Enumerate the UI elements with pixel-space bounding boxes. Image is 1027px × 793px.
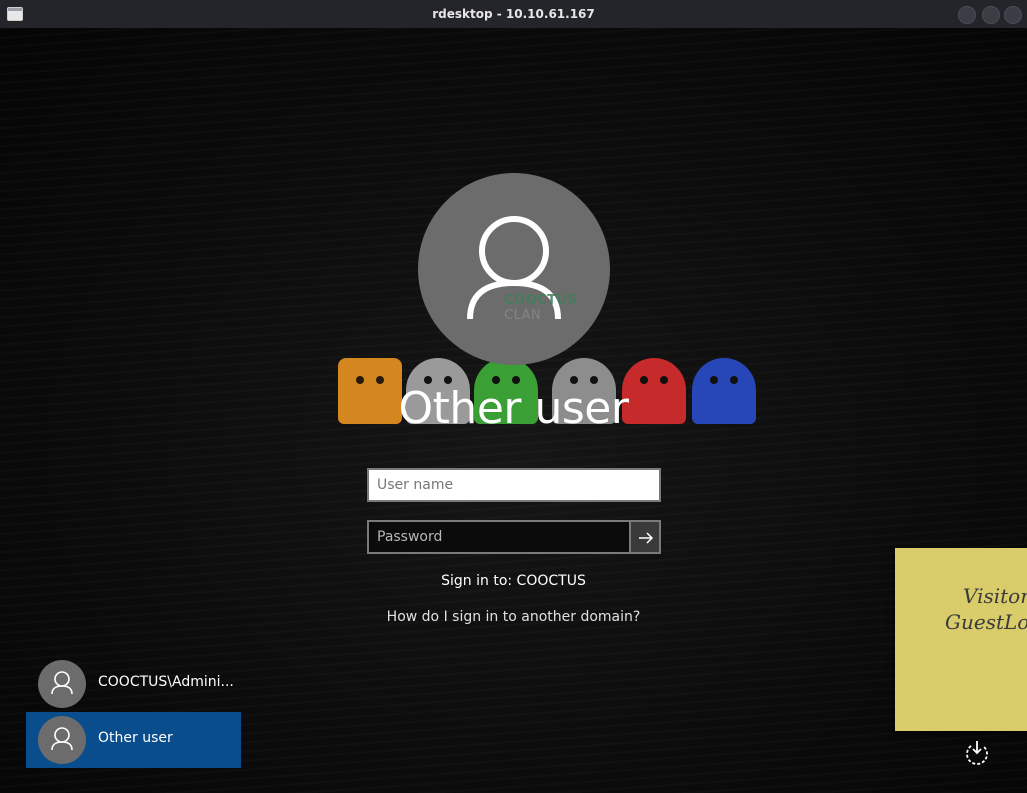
lock-screen: COOCTUS CLAN Other user Sign in to: COOC… <box>0 28 1027 793</box>
user-avatar: COOCTUS CLAN <box>418 173 610 365</box>
close-button[interactable] <box>1004 6 1022 24</box>
sticky-note-line: Visitor <box>963 584 1027 608</box>
power-button[interactable] <box>962 738 992 768</box>
sticky-note: Visitor GuestLo <box>895 548 1027 731</box>
password-input[interactable] <box>367 520 629 554</box>
person-icon <box>51 727 73 751</box>
user-title: Other user <box>398 383 629 434</box>
arrow-right-icon <box>639 532 654 544</box>
rdesktop-window: rdesktop - 10.10.61.167 COOCTUS CLAN Oth… <box>0 0 1027 793</box>
sticky-note-line: GuestLo <box>945 610 1027 634</box>
user-item-admin[interactable]: COOCTUS\Admini... <box>26 656 241 712</box>
power-icon <box>966 741 988 765</box>
submit-button[interactable] <box>629 520 661 554</box>
username-input[interactable] <box>367 468 661 502</box>
avatar <box>38 716 86 764</box>
maximize-button[interactable] <box>982 6 1000 24</box>
title-bar[interactable]: rdesktop - 10.10.61.167 <box>0 0 1027 28</box>
brand-watermark: COOCTUS CLAN <box>504 293 578 323</box>
person-icon <box>51 671 73 695</box>
minimize-button[interactable] <box>958 6 976 24</box>
other-domain-link[interactable]: How do I sign in to another domain? <box>0 609 1027 625</box>
person-icon <box>467 216 561 320</box>
user-item-other-user[interactable]: Other user <box>26 712 241 768</box>
sign-in-domain-text: Sign in to: COOCTUS <box>441 573 586 589</box>
user-item-label: COOCTUS\Admini... <box>98 674 233 690</box>
window-title: rdesktop - 10.10.61.167 <box>432 7 595 21</box>
user-item-label: Other user <box>98 730 173 746</box>
user-list: COOCTUS\Admini... Other user <box>26 656 241 768</box>
avatar <box>38 660 86 708</box>
